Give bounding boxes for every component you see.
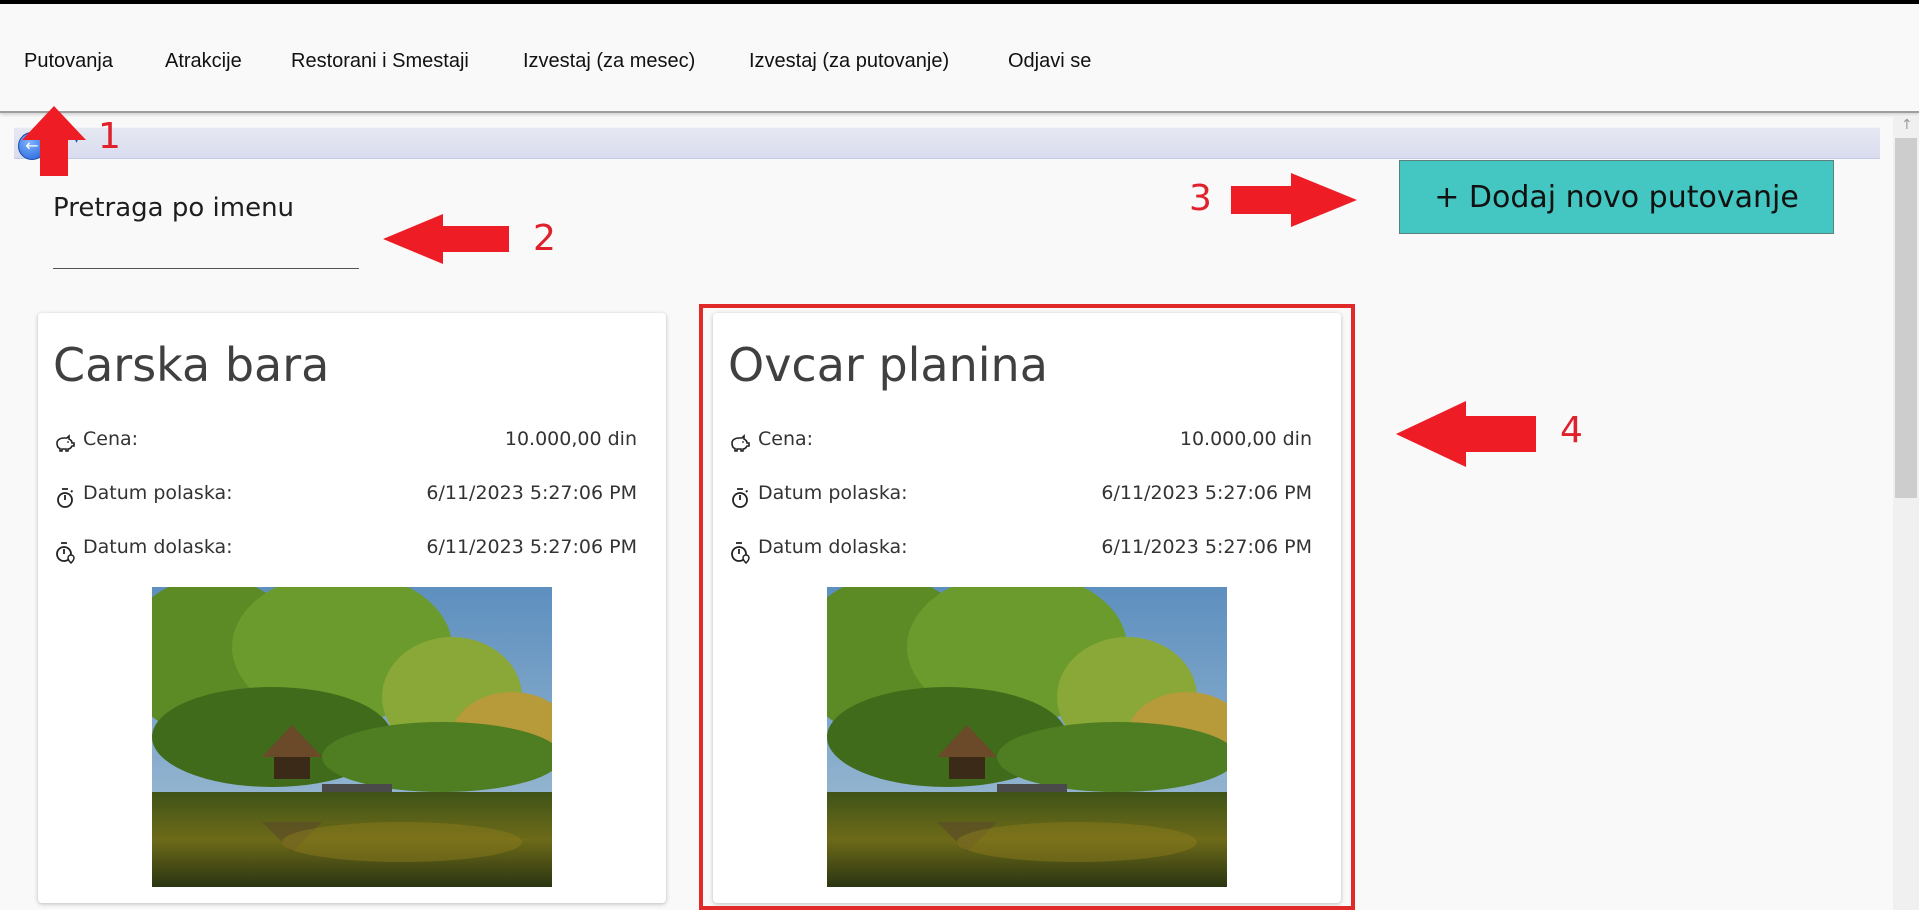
annotation-number: 4 xyxy=(1560,410,1583,451)
annotation-arrow-left xyxy=(383,214,509,264)
card-title: Carska bara xyxy=(53,338,330,392)
annotation-arrow-up xyxy=(22,106,86,176)
timer-icon xyxy=(57,488,74,508)
trip-card[interactable]: Carska bara Cena: 10.000,00 din Datum po… xyxy=(38,313,666,903)
scrollbar-thumb[interactable] xyxy=(1895,138,1917,498)
price-value: 10.000,00 din xyxy=(504,428,637,450)
scroll-up-arrow-icon[interactable]: ↑ xyxy=(1901,117,1913,133)
search-input[interactable] xyxy=(53,236,359,269)
annotation-arrow-right xyxy=(1231,173,1357,227)
navigation-strip xyxy=(14,127,1880,159)
trip-photo xyxy=(152,587,552,887)
arrival-row: Datum dolaska: 6/11/2023 5:27:06 PM xyxy=(53,536,637,564)
main-menu-bar: Putovanja Atrakcije Restorani i Smestaji… xyxy=(0,4,1919,113)
annotation-arrow-left xyxy=(1396,401,1536,467)
menu-item-izvestaj-putovanje[interactable]: Izvestaj (za putovanje) xyxy=(749,50,949,73)
menu-item-izvestaj-mesec[interactable]: Izvestaj (za mesec) xyxy=(523,50,695,73)
annotation-number: 2 xyxy=(533,218,556,259)
arrival-value: 6/11/2023 5:27:06 PM xyxy=(426,536,637,558)
departure-row: Datum polaska: 6/11/2023 5:27:06 PM xyxy=(53,482,637,510)
menu-item-putovanja[interactable]: Putovanja xyxy=(24,50,113,73)
timer-location-icon xyxy=(56,542,75,564)
price-label: Cena: xyxy=(83,428,139,450)
annotation-number: 1 xyxy=(98,116,121,157)
add-trip-button[interactable]: + Dodaj novo putovanje xyxy=(1399,160,1834,234)
annotation-number: 3 xyxy=(1189,178,1212,219)
menu-item-odjavi-se[interactable]: Odjavi se xyxy=(1008,50,1091,73)
arrival-label: Datum dolaska: xyxy=(83,536,233,558)
price-row: Cena: 10.000,00 din xyxy=(53,428,637,456)
departure-label: Datum polaska: xyxy=(83,482,233,504)
departure-value: 6/11/2023 5:27:06 PM xyxy=(426,482,637,504)
piggy-bank-icon xyxy=(56,434,75,452)
menu-item-restorani-smestaji[interactable]: Restorani i Smestaji xyxy=(291,50,469,73)
search-label: Pretraga po imenu xyxy=(53,193,295,223)
highlight-box xyxy=(699,304,1355,910)
menu-item-atrakcije[interactable]: Atrakcije xyxy=(165,50,242,73)
